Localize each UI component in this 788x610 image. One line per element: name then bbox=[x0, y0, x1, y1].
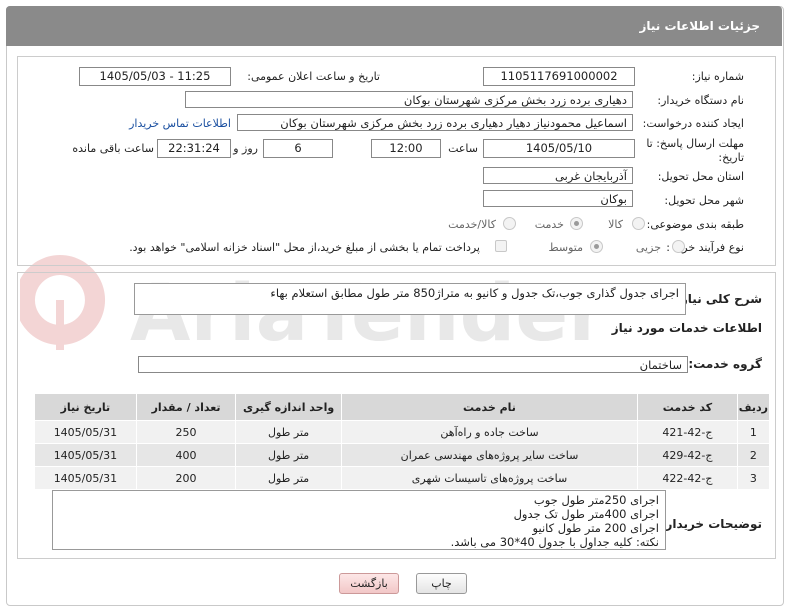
cell-code: ج-42-421 bbox=[637, 420, 738, 444]
cell-unit: متر طول bbox=[235, 443, 342, 467]
announce-label: تاریخ و ساعت اعلان عمومی: bbox=[247, 70, 380, 83]
creator-label: ایجاد کننده درخواست: bbox=[642, 117, 744, 130]
process-medium-label: متوسط bbox=[548, 241, 583, 254]
city-label: شهر محل تحویل: bbox=[664, 194, 744, 207]
cell-date: 1405/05/31 bbox=[34, 443, 137, 467]
cell-name: ساخت سایر پروژه‌های مهندسی عمران bbox=[340, 443, 639, 467]
province-label: استان محل تحویل: bbox=[657, 170, 744, 183]
buyer-notes-label: توضیحات خریدار: bbox=[660, 517, 762, 531]
remaining-label: ساعت باقی مانده bbox=[72, 142, 154, 155]
cell-row: 2 bbox=[736, 443, 771, 467]
cell-name: ساخت جاده و راه‌آهن bbox=[340, 420, 639, 444]
title-bar: جزئیات اطلاعات نیاز bbox=[6, 6, 782, 46]
province-field: آذربایجان غربی bbox=[483, 167, 633, 184]
page-title: جزئیات اطلاعات نیاز bbox=[639, 19, 760, 33]
treasury-note: پرداخت تمام یا بخشی از مبلغ خرید،از محل … bbox=[129, 241, 480, 254]
print-button[interactable]: چاپ bbox=[416, 573, 467, 594]
service-group-label: گروه خدمت: bbox=[688, 357, 762, 371]
note-line: نکته: کلیه جداول با جدول 40*30 می باشد. bbox=[450, 535, 659, 549]
col-date-header: تاریخ نیاز bbox=[34, 393, 137, 421]
services-table: ردیف کد خدمت نام خدمت واحد اندازه گیری ت… bbox=[34, 393, 771, 490]
note-line: اجرای 400متر طول تک جدول bbox=[513, 507, 659, 521]
col-name-header: نام خدمت bbox=[340, 393, 639, 421]
process-minor-label: جزیی bbox=[635, 241, 661, 254]
creator-field: اسماعیل محمودنیاز دهیار دهیاری برده زرد … bbox=[237, 114, 633, 131]
deadline-date-field: 1405/05/10 bbox=[483, 139, 635, 158]
service-group-field: ساختمان bbox=[138, 356, 688, 373]
note-line: اجرای 250متر طول جوب bbox=[533, 493, 659, 507]
contact-info-link[interactable]: اطلاعات تماس خریدار bbox=[129, 117, 231, 130]
buyer-notes-field: اجرای 250متر طول جوب اجرای 400متر طول تک… bbox=[52, 490, 666, 550]
table-header-row: ردیف کد خدمت نام خدمت واحد اندازه گیری ت… bbox=[34, 393, 771, 421]
summary-field: اجرای جدول گذاری جوب،تک جدول و کانیو به … bbox=[134, 283, 686, 315]
category-goods-label: کالا bbox=[608, 218, 623, 231]
category-goods-service-radio[interactable] bbox=[503, 217, 516, 230]
category-goods-service-label: کالا/خدمت bbox=[448, 218, 496, 231]
cell-date: 1405/05/31 bbox=[34, 420, 137, 444]
back-button[interactable]: بازگشت bbox=[339, 573, 399, 594]
deadline-time-field: 12:00 bbox=[371, 139, 441, 158]
cell-code: ج-42-422 bbox=[637, 466, 738, 490]
time-label: ساعت bbox=[448, 142, 478, 155]
col-unit-header: واحد اندازه گیری bbox=[235, 393, 342, 421]
col-row-header: ردیف bbox=[736, 393, 771, 421]
cell-qty: 400 bbox=[135, 443, 237, 467]
process-medium-radio[interactable] bbox=[590, 240, 603, 253]
need-number-field: 1105117691000002 bbox=[483, 67, 635, 86]
need-info-panel bbox=[17, 56, 776, 266]
table-row: 2 ج-42-429 ساخت سایر پروژه‌های مهندسی عم… bbox=[34, 443, 771, 467]
cell-unit: متر طول bbox=[235, 466, 342, 490]
table-row: 1 ج-42-421 ساخت جاده و راه‌آهن متر طول 2… bbox=[34, 420, 771, 444]
treasury-checkbox[interactable] bbox=[495, 240, 507, 252]
cell-qty: 200 bbox=[135, 466, 237, 490]
note-line: اجرای 200 متر طول کانیو bbox=[532, 521, 659, 535]
cell-unit: متر طول bbox=[235, 420, 342, 444]
cell-code: ج-42-429 bbox=[637, 443, 738, 467]
cell-date: 1405/05/31 bbox=[34, 466, 137, 490]
deadline-date-label: تاریخ: bbox=[718, 151, 744, 164]
cell-name: ساخت پروژه‌های تاسیسات شهری bbox=[340, 466, 639, 490]
days-field: 6 bbox=[263, 139, 333, 158]
col-code-header: کد خدمت bbox=[637, 393, 738, 421]
category-service-label: خدمت bbox=[534, 218, 564, 231]
category-service-radio[interactable] bbox=[570, 217, 583, 230]
summary-label: شرح کلی نیاز: bbox=[676, 292, 762, 306]
cell-qty: 250 bbox=[135, 420, 237, 444]
cell-row: 3 bbox=[736, 466, 771, 490]
remaining-time-field: 22:31:24 bbox=[157, 139, 231, 158]
table-row: 3 ج-42-422 ساخت پروژه‌های تاسیسات شهری م… bbox=[34, 466, 771, 490]
need-number-label: شماره نیاز: bbox=[691, 70, 744, 83]
services-section-title: اطلاعات خدمات مورد نیاز bbox=[611, 321, 762, 335]
city-field: بوکان bbox=[483, 190, 633, 207]
announce-field: 1405/05/03 - 11:25 bbox=[79, 67, 231, 86]
col-qty-header: تعداد / مقدار bbox=[135, 393, 237, 421]
category-goods-radio[interactable] bbox=[632, 217, 645, 230]
process-minor-radio[interactable] bbox=[672, 240, 685, 253]
category-label: طبقه بندی موضوعی: bbox=[646, 218, 744, 231]
days-label: روز و bbox=[233, 142, 258, 155]
cell-row: 1 bbox=[736, 420, 771, 444]
buyer-label: نام دستگاه خریدار: bbox=[657, 94, 744, 107]
deadline-label: مهلت ارسال پاسخ: تا bbox=[646, 137, 744, 150]
buyer-field: دهیاری برده زرد بخش مرکزی شهرستان بوکان bbox=[185, 91, 633, 108]
